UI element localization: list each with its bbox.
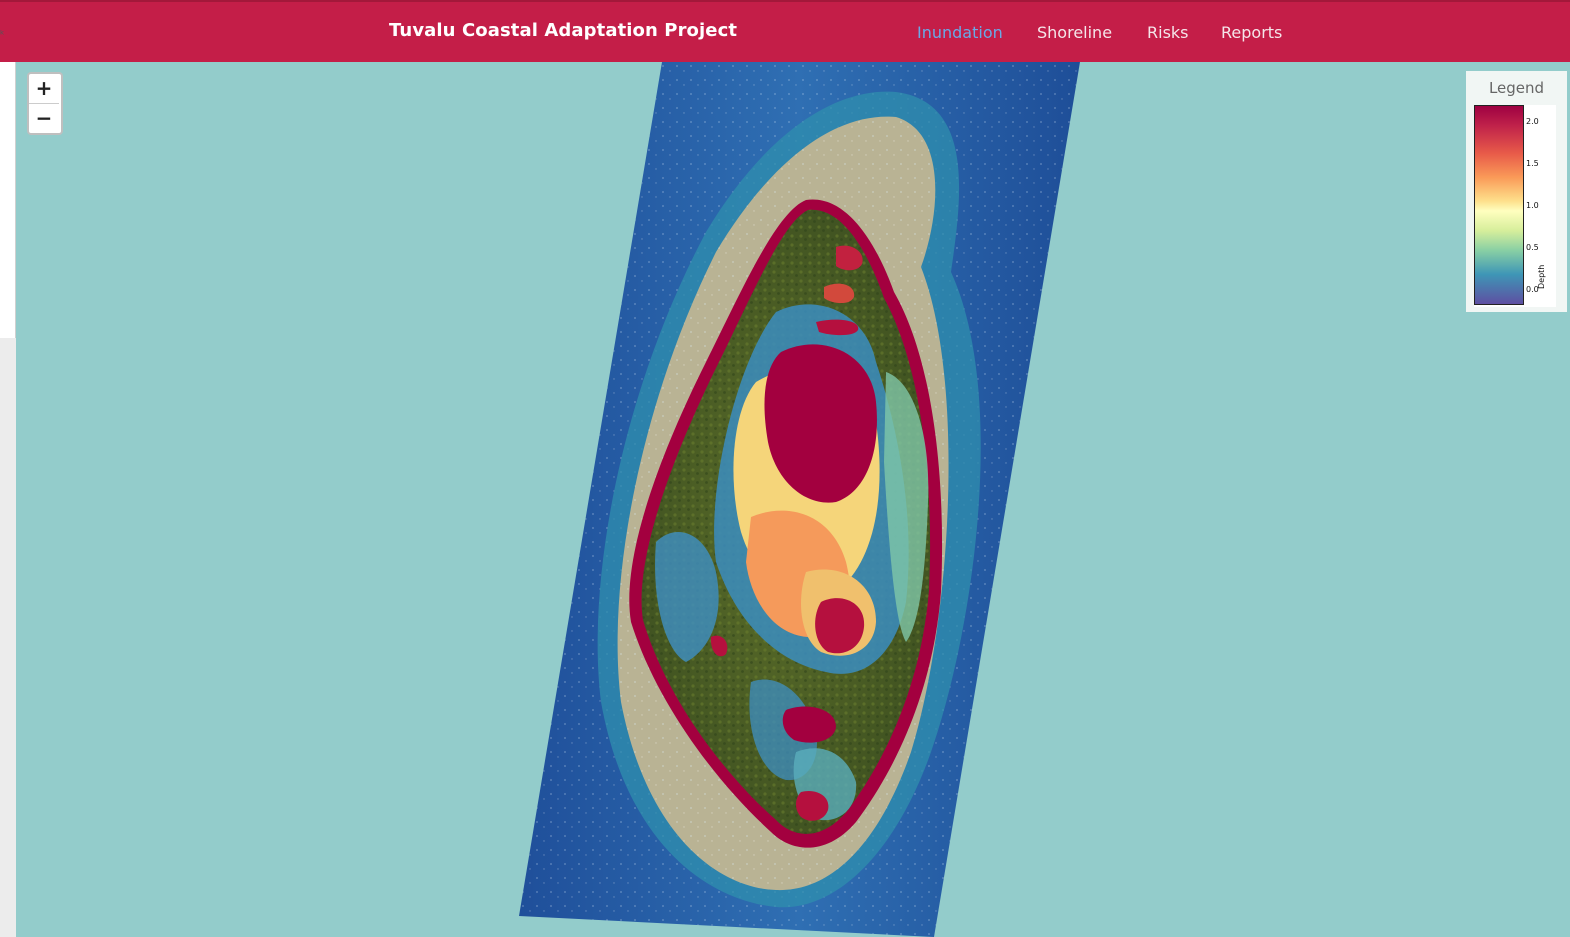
- colorbar-tick: 0.5: [1526, 243, 1539, 252]
- zoom-in-button[interactable]: +: [29, 74, 59, 104]
- colorbar: 2.0 1.5 1.0 0.5 0.0 Depth: [1474, 105, 1556, 307]
- legend-panel: Legend 2.0 1.5 1.0 0.5 0.0 Depth: [1466, 71, 1567, 312]
- colorbar-variable-label: Depth: [1537, 264, 1546, 289]
- zoom-control: + −: [27, 72, 63, 135]
- corner-glyph-icon: ᵏ: [0, 28, 5, 41]
- colorbar-ramp: [1474, 105, 1524, 305]
- inundation-layer: [519, 62, 1080, 937]
- top-navbar: ᵏ Tuvalu Coastal Adaptation Project Inun…: [0, 0, 1570, 62]
- colorbar-tick: 1.5: [1526, 159, 1539, 168]
- zoom-out-button[interactable]: −: [29, 104, 59, 133]
- side-panel-edge: [0, 62, 16, 937]
- nav-shoreline[interactable]: Shoreline: [1037, 23, 1112, 42]
- nav-risks[interactable]: Risks: [1147, 23, 1189, 42]
- nav-inundation[interactable]: Inundation: [917, 23, 1003, 42]
- colorbar-tick: 1.0: [1526, 201, 1539, 210]
- colorbar-tick: 2.0: [1526, 117, 1539, 126]
- map-view[interactable]: + − Legend 2.0 1.5 1.0 0.5 0.0 Depth: [16, 62, 1570, 937]
- app-title[interactable]: Tuvalu Coastal Adaptation Project: [389, 20, 737, 41]
- nav-reports[interactable]: Reports: [1221, 23, 1282, 42]
- legend-title: Legend: [1488, 79, 1545, 97]
